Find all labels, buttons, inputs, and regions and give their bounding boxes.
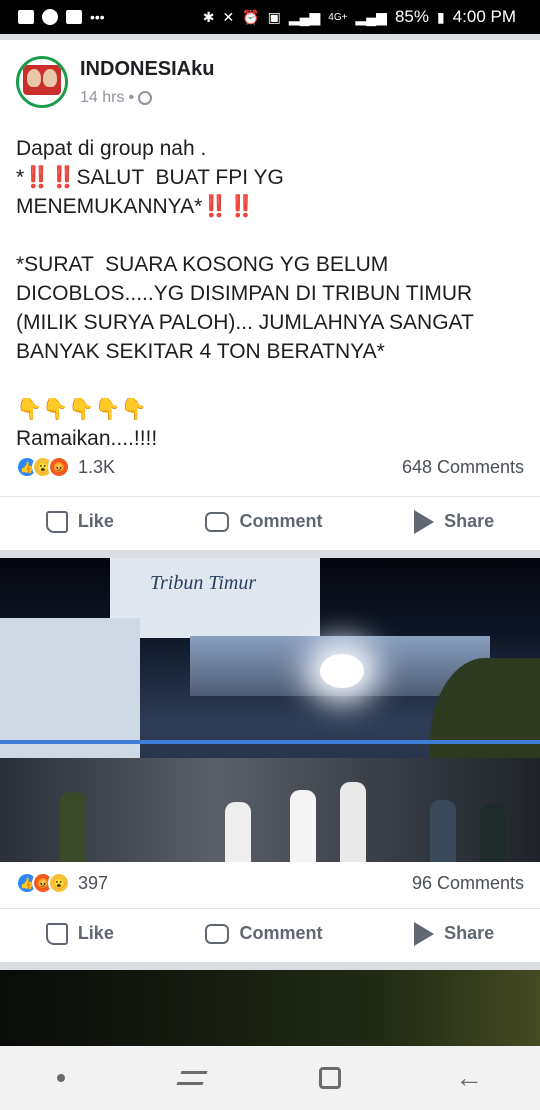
comment-icon	[205, 511, 230, 532]
action-bar: Like Comment Share	[0, 908, 540, 958]
page-avatar[interactable]	[16, 56, 68, 108]
text-line: Ramaikan....!!!!	[16, 427, 158, 450]
building-sign: Tribun Timur	[150, 572, 257, 594]
person	[430, 800, 456, 862]
nav-dot-icon[interactable]	[57, 1074, 65, 1082]
outlook-icon	[66, 10, 82, 24]
like-button[interactable]: Like	[45, 510, 114, 533]
avatar-face	[27, 69, 41, 87]
share-arrow-icon	[414, 921, 435, 946]
thumbs-up-icon	[45, 510, 68, 533]
post-text: Dapat di group nah . *‼️‼️SALUT BUAT FPI…	[16, 134, 526, 453]
pointing-down-icons: 👇👇👇👇👇	[16, 398, 147, 421]
post-card: Tribun Timur 👍 😡 😮 397 96 Comments Like	[0, 558, 540, 962]
recent-apps-icon[interactable]	[176, 1071, 208, 1085]
comment-label: Comment	[239, 511, 323, 531]
home-icon[interactable]	[319, 1067, 341, 1089]
signal-icon-2: ▂▄▆	[355, 8, 387, 25]
data-saver-icon: ▣	[267, 8, 281, 25]
battery-icon: ▮	[436, 8, 445, 25]
reaction-count: 397	[78, 872, 109, 893]
post-time[interactable]: 14 hrs	[80, 89, 124, 107]
share-label: Share	[444, 511, 495, 531]
post-header: INDONESIAku 14 hrs •	[16, 56, 214, 108]
person	[60, 792, 86, 862]
name-block: INDONESIAku 14 hrs •	[80, 58, 214, 108]
comment-button[interactable]: Comment	[205, 923, 323, 944]
comments-count[interactable]: 648 Comments	[402, 457, 524, 478]
video-player[interactable]: Tribun Timur	[0, 558, 540, 862]
building	[110, 558, 320, 638]
status-left: •••	[18, 9, 105, 25]
comment-icon	[205, 923, 230, 944]
comment-button[interactable]: Comment	[205, 511, 323, 532]
signal-icon: ▂▄▆	[288, 8, 321, 25]
reactions[interactable]: 👍 😮 😡 1.3K	[16, 456, 115, 478]
network-type: 4G+	[328, 11, 348, 23]
like-label: Like	[77, 923, 114, 943]
video-player[interactable]	[0, 970, 540, 1046]
share-label: Share	[444, 923, 495, 943]
action-bar: Like Comment Share	[0, 496, 540, 546]
share-button[interactable]: Share	[414, 509, 495, 534]
reaction-summary: 👍 😡 😮 397 96 Comments	[16, 872, 524, 894]
alarm-icon: ⏰	[242, 8, 260, 25]
double-exclamation-icon: ‼️‼️	[202, 195, 255, 218]
comments-count[interactable]: 96 Comments	[412, 873, 524, 894]
angry-reaction-icon: 😡	[48, 456, 70, 478]
clock: 4:00 PM	[452, 7, 516, 26]
mute-icon: ✕	[222, 8, 235, 25]
reaction-summary: 👍 😮 😡 1.3K 648 Comments	[16, 456, 524, 478]
post-card	[0, 970, 540, 1046]
status-right: ✱ ✕ ⏰ ▣ ▂▄▆ 4G+ ▂▄▆ 85% ▮ 4:00 PM	[203, 7, 516, 27]
post-card: INDONESIAku 14 hrs • Dapat di group nah …	[0, 40, 540, 550]
comment-label: Comment	[239, 923, 323, 943]
light	[320, 654, 364, 688]
share-arrow-icon	[414, 509, 435, 534]
like-label: Like	[77, 511, 114, 531]
battery-percent: 85%	[394, 7, 429, 26]
text-paragraph: *SURAT SUARA KOSONG YG BELUM DICOBLOS...…	[16, 253, 480, 363]
meta-separator: •	[128, 89, 135, 106]
like-button[interactable]: Like	[45, 922, 114, 945]
post-meta: 14 hrs •	[80, 89, 214, 107]
thumbs-up-icon	[45, 922, 68, 945]
d-app-icon	[42, 9, 58, 25]
status-bar: ••• ✱ ✕ ⏰ ▣ ▂▄▆ 4G+ ▂▄▆ 85% ▮ 4:00 PM	[0, 0, 540, 34]
reactions[interactable]: 👍 😡 😮 397	[16, 872, 108, 894]
page-name[interactable]: INDONESIAku	[80, 58, 214, 81]
text-line: Dapat di group nah .	[16, 137, 207, 160]
wow-reaction-icon: 😮	[48, 872, 70, 894]
crowd	[0, 758, 540, 862]
person	[480, 804, 506, 862]
reaction-count: 1.3K	[78, 456, 116, 477]
globe-icon	[138, 91, 153, 105]
bluetooth-icon: ✱	[202, 8, 215, 25]
avatar-face	[43, 69, 57, 87]
double-exclamation-icon: ‼️‼️	[24, 166, 77, 189]
back-arrow-icon[interactable]: ←	[455, 1062, 483, 1094]
person	[340, 782, 366, 862]
text-line: MENEMUKANNYA*	[16, 195, 203, 218]
activity-icon	[18, 10, 34, 24]
person	[290, 790, 316, 862]
person	[225, 802, 251, 862]
share-button[interactable]: Share	[414, 921, 495, 946]
text-line: SALUT BUAT FPI YG	[76, 166, 284, 189]
system-nav-bar: ←	[0, 1046, 540, 1110]
text-line: *	[16, 166, 25, 189]
more-notifications-icon: •••	[90, 9, 105, 25]
